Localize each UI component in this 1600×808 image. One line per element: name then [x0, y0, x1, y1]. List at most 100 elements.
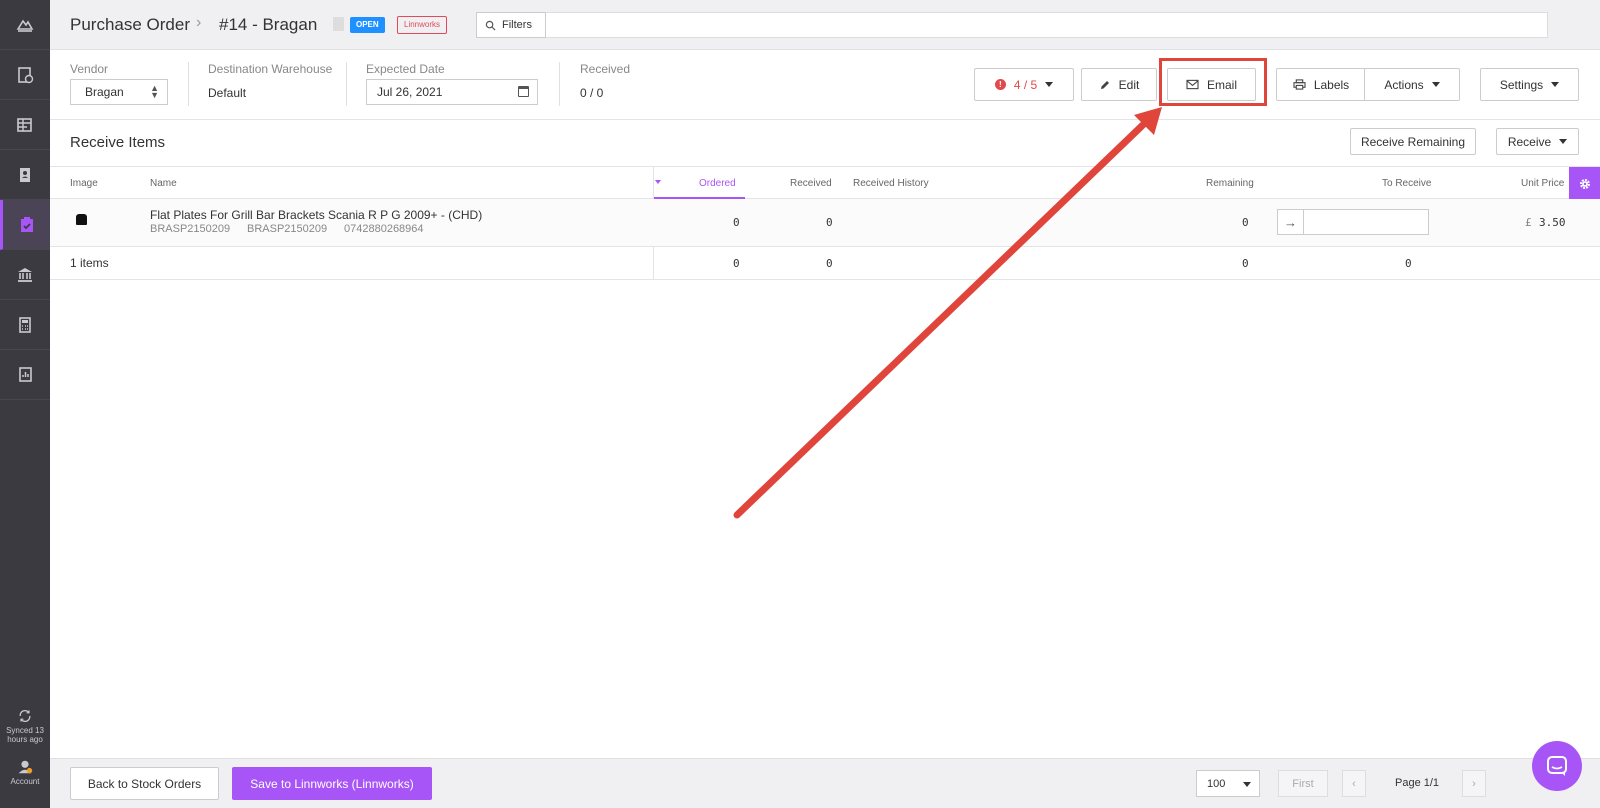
chat-icon: [1547, 756, 1567, 776]
chat-launcher-button[interactable]: [1532, 741, 1582, 791]
filters-label: Filters: [502, 19, 532, 31]
clipboard-check-icon: [20, 216, 33, 232]
account-menu[interactable]: Account: [0, 758, 50, 786]
vendor-value: Bragan: [85, 85, 124, 99]
annotation-highlight-box: [1159, 58, 1267, 106]
expected-date-input[interactable]: Jul 26, 2021: [366, 79, 538, 105]
expected-date-value: Jul 26, 2021: [377, 85, 443, 99]
order-info-row: Vendor Bragan ▲ ▼ Destination Warehouse D…: [50, 50, 1600, 120]
printer-icon: [1293, 79, 1306, 90]
chevron-right-icon: ›: [1472, 777, 1476, 790]
search-icon: [485, 20, 496, 31]
calendar-icon[interactable]: [518, 86, 529, 97]
total-to-receive: 0: [1405, 257, 1412, 270]
sidebar: Synced 13 hours ago Account: [0, 0, 50, 808]
column-header-name[interactable]: Name: [150, 178, 177, 189]
account-label: Account: [10, 777, 40, 786]
breadcrumb-root[interactable]: Purchase Order: [70, 15, 190, 35]
column-header-remaining[interactable]: Remaining: [1206, 178, 1254, 189]
labels-button[interactable]: Labels: [1276, 68, 1366, 101]
page-size-select[interactable]: 100: [1196, 770, 1260, 797]
product-thumbnail[interactable]: [76, 214, 87, 225]
sort-desc-icon[interactable]: [655, 180, 661, 184]
column-header-received-history[interactable]: Received History: [853, 178, 929, 189]
warehouse-label: Destination Warehouse: [208, 62, 333, 76]
page-size-value: 100: [1207, 777, 1226, 790]
receive-label: Receive: [1507, 134, 1552, 149]
chevron-left-icon: ‹: [1352, 777, 1356, 790]
receive-remaining-label: Receive Remaining: [1360, 134, 1466, 149]
product-sku: BRASP2150209: [150, 223, 231, 235]
prev-page-button[interactable]: ‹: [1342, 770, 1366, 797]
remaining-qty: 0: [1242, 216, 1249, 229]
ordered-qty: 0: [733, 216, 740, 229]
top-bar: Purchase Order › #14 - Bragan OPEN Linnw…: [50, 0, 1600, 50]
received-label: Received: [580, 62, 631, 76]
table-footer: 1 items 0 0 0 0: [50, 247, 1600, 280]
account-icon: [18, 760, 33, 774]
back-to-stock-orders-button[interactable]: Back to Stock Orders: [70, 767, 219, 800]
currency-symbol: £: [1525, 216, 1532, 229]
receive-button[interactable]: Receive: [1496, 128, 1579, 155]
column-header-received[interactable]: Received: [790, 178, 832, 189]
received-qty: 0: [826, 216, 833, 229]
items-count: 1 items: [70, 256, 109, 270]
sidebar-item-warehouse[interactable]: [0, 250, 50, 300]
column-header-to-receive[interactable]: To Receive: [1382, 178, 1431, 189]
table-header: Image Name Ordered Received Received His…: [50, 166, 1600, 200]
filters-button[interactable]: Filters: [476, 12, 546, 38]
document-icon[interactable]: [333, 17, 344, 31]
sidebar-item-inventory[interactable]: [0, 100, 50, 150]
sidebar-item-purchase-orders[interactable]: [0, 200, 50, 250]
first-page-button[interactable]: First: [1278, 770, 1328, 797]
next-page-button[interactable]: ›: [1462, 770, 1486, 797]
save-to-linnworks-button[interactable]: Save to Linnworks (Linnworks): [232, 767, 432, 800]
table-row[interactable]: Flat Plates For Grill Bar Brackets Scani…: [50, 199, 1600, 247]
received-value: 0 / 0: [580, 86, 604, 100]
edit-button[interactable]: Edit: [1081, 68, 1157, 101]
sync-text: Synced 13 hours ago: [6, 726, 44, 744]
sidebar-item-home[interactable]: [0, 0, 50, 50]
sync-status[interactable]: Synced 13 hours ago: [0, 708, 50, 744]
chevron-down-icon: [1551, 82, 1560, 87]
sidebar-item-orders[interactable]: [0, 50, 50, 100]
divider: [346, 62, 347, 106]
chevron-down-icon: [1243, 782, 1251, 787]
date-label: Expected Date: [366, 62, 445, 76]
sidebar-item-contacts[interactable]: [0, 150, 50, 200]
contact-book-icon: [20, 167, 30, 182]
column-header-ordered[interactable]: Ordered: [699, 178, 736, 189]
product-name[interactable]: Flat Plates For Grill Bar Brackets Scani…: [150, 208, 482, 222]
settings-button[interactable]: Settings: [1480, 68, 1579, 101]
orders-icon: [18, 66, 34, 83]
divider: [188, 62, 189, 106]
validation-alert-button[interactable]: ! 4 / 5: [974, 68, 1074, 101]
sidebar-item-reports[interactable]: [0, 350, 50, 400]
product-supplier-code: BRASP2150209: [247, 223, 328, 235]
labels-label: Labels: [1313, 77, 1350, 92]
logo-icon: [16, 19, 34, 32]
column-header-unit-price[interactable]: Unit Price: [1521, 178, 1564, 189]
receive-remaining-button[interactable]: Receive Remaining: [1350, 128, 1476, 155]
actions-button[interactable]: Actions: [1364, 68, 1460, 101]
total-ordered: 0: [733, 257, 740, 270]
page-title: #14 - Bragan: [219, 15, 318, 34]
filters-input[interactable]: [546, 12, 1548, 38]
to-receive-input[interactable]: [1303, 209, 1429, 235]
chevron-down-icon: [1559, 139, 1568, 144]
chevron-down-icon: [1431, 82, 1440, 87]
column-header-image[interactable]: Image: [70, 178, 98, 189]
actions-label: Actions: [1384, 77, 1424, 92]
total-remaining: 0: [1242, 257, 1249, 270]
sidebar-item-calculator[interactable]: [0, 300, 50, 350]
divider: [559, 62, 560, 106]
bank-icon: [18, 267, 32, 282]
annotation-arrow: [733, 107, 1162, 519]
arrow-right-icon: →: [1284, 214, 1297, 230]
column-settings-button[interactable]: [1569, 167, 1600, 200]
product-barcode: 0742880268964: [344, 223, 424, 235]
settings-label: Settings: [1499, 77, 1544, 92]
sort-updown-icon: ▲ ▼: [150, 83, 159, 100]
fill-remaining-button[interactable]: →: [1277, 209, 1304, 235]
vendor-select[interactable]: Bragan ▲ ▼: [70, 79, 168, 105]
